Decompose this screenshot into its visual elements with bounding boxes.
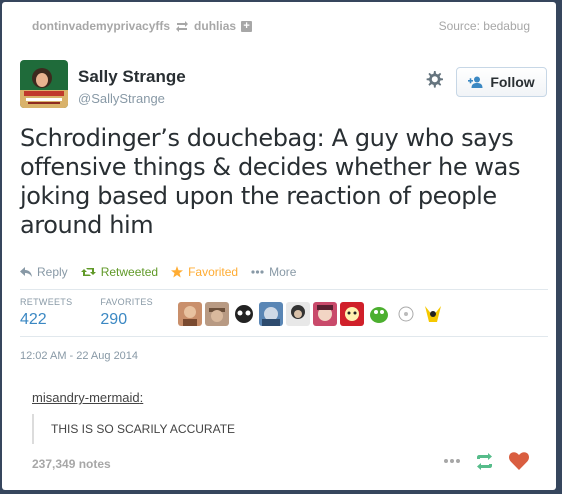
caption-quote: THIS IS SO SCARILY ACCURATE [32, 414, 532, 444]
favoriter-avatar[interactable] [286, 302, 310, 326]
follow-button[interactable]: Follow [456, 67, 547, 97]
reply-icon [20, 267, 32, 277]
follow-plus-icon[interactable]: + [241, 20, 253, 32]
retweets-count: 422 [20, 311, 47, 328]
favoriter-avatar[interactable] [313, 302, 337, 326]
favoriter-avatar[interactable] [232, 302, 256, 326]
reply-action[interactable]: Reply [20, 265, 68, 279]
post-header: dontinvademyprivacyffs duhlias + Source:… [2, 2, 556, 46]
more-action[interactable]: More [251, 265, 296, 279]
more-label: More [269, 265, 297, 279]
favorite-action[interactable]: Favorited [171, 265, 238, 279]
favoriter-avatar[interactable] [421, 302, 445, 326]
reblog-post: dontinvademyprivacyffs duhlias + Source:… [2, 2, 556, 490]
tweet-stats: RETWEETS 422 FAVORITES 290 [20, 297, 181, 329]
reblog-trail: dontinvademyprivacyffs duhlias + [32, 19, 253, 33]
favorited-label: Favorited [188, 265, 239, 279]
retweeted-label: Retweeted [100, 265, 159, 279]
retweets-label: RETWEETS [20, 297, 73, 307]
divider [20, 336, 548, 337]
favoriter-avatar[interactable] [394, 302, 418, 326]
favorites-stat[interactable]: FAVORITES 290 [100, 297, 153, 329]
retweets-stat[interactable]: RETWEETS 422 [20, 297, 72, 329]
reblog-icon[interactable] [474, 452, 495, 470]
notes-count[interactable]: 237,349 notes [32, 457, 111, 471]
add-person-icon [468, 76, 484, 88]
post-controls [430, 452, 529, 470]
tweet-text: Schrodinger’s douchebag: A guy who says … [20, 124, 521, 239]
reblog-arrows-icon [175, 20, 189, 32]
favoriter-avatars [178, 302, 448, 326]
favoriter-avatar[interactable] [259, 302, 283, 326]
favoriter-avatar[interactable] [367, 302, 391, 326]
source-label: Source: [438, 19, 480, 33]
source-attribution: Source: bedabug [439, 19, 530, 33]
caption-author-colon: : [139, 390, 144, 405]
caption-author-link[interactable]: misandry-mermaid: [32, 390, 143, 405]
tweet-author-name[interactable]: Sally Strange [78, 67, 186, 87]
favorites-label: FAVORITES [100, 297, 153, 307]
more-dots-icon[interactable] [444, 459, 460, 463]
star-icon [171, 266, 184, 278]
reblogged-from-link[interactable]: duhlias [194, 19, 236, 33]
follow-label: Follow [490, 74, 535, 90]
favorites-count: 290 [100, 311, 128, 328]
heart-icon[interactable] [509, 452, 529, 470]
more-dots-icon [251, 270, 264, 274]
source-link[interactable]: bedabug [483, 19, 530, 33]
favoriter-avatar[interactable] [178, 302, 202, 326]
favoriter-avatar[interactable] [340, 302, 364, 326]
caption-author-name: misandry-mermaid [32, 390, 140, 405]
retweet-action[interactable]: Retweeted [80, 265, 159, 279]
retweet-icon [80, 267, 96, 277]
poster-link[interactable]: dontinvademyprivacyffs [32, 19, 170, 33]
gear-icon[interactable] [424, 70, 444, 90]
tweet-author-handle[interactable]: @SallyStrange [78, 91, 165, 106]
reply-label: Reply [37, 265, 68, 279]
tweet-timestamp[interactable]: 12:02 AM - 22 Aug 2014 [20, 350, 138, 362]
favoriter-avatar[interactable] [205, 302, 229, 326]
divider [20, 289, 548, 290]
tweet-actions: Reply Retweeted Favorited More [20, 265, 309, 279]
avatar[interactable] [20, 60, 68, 108]
